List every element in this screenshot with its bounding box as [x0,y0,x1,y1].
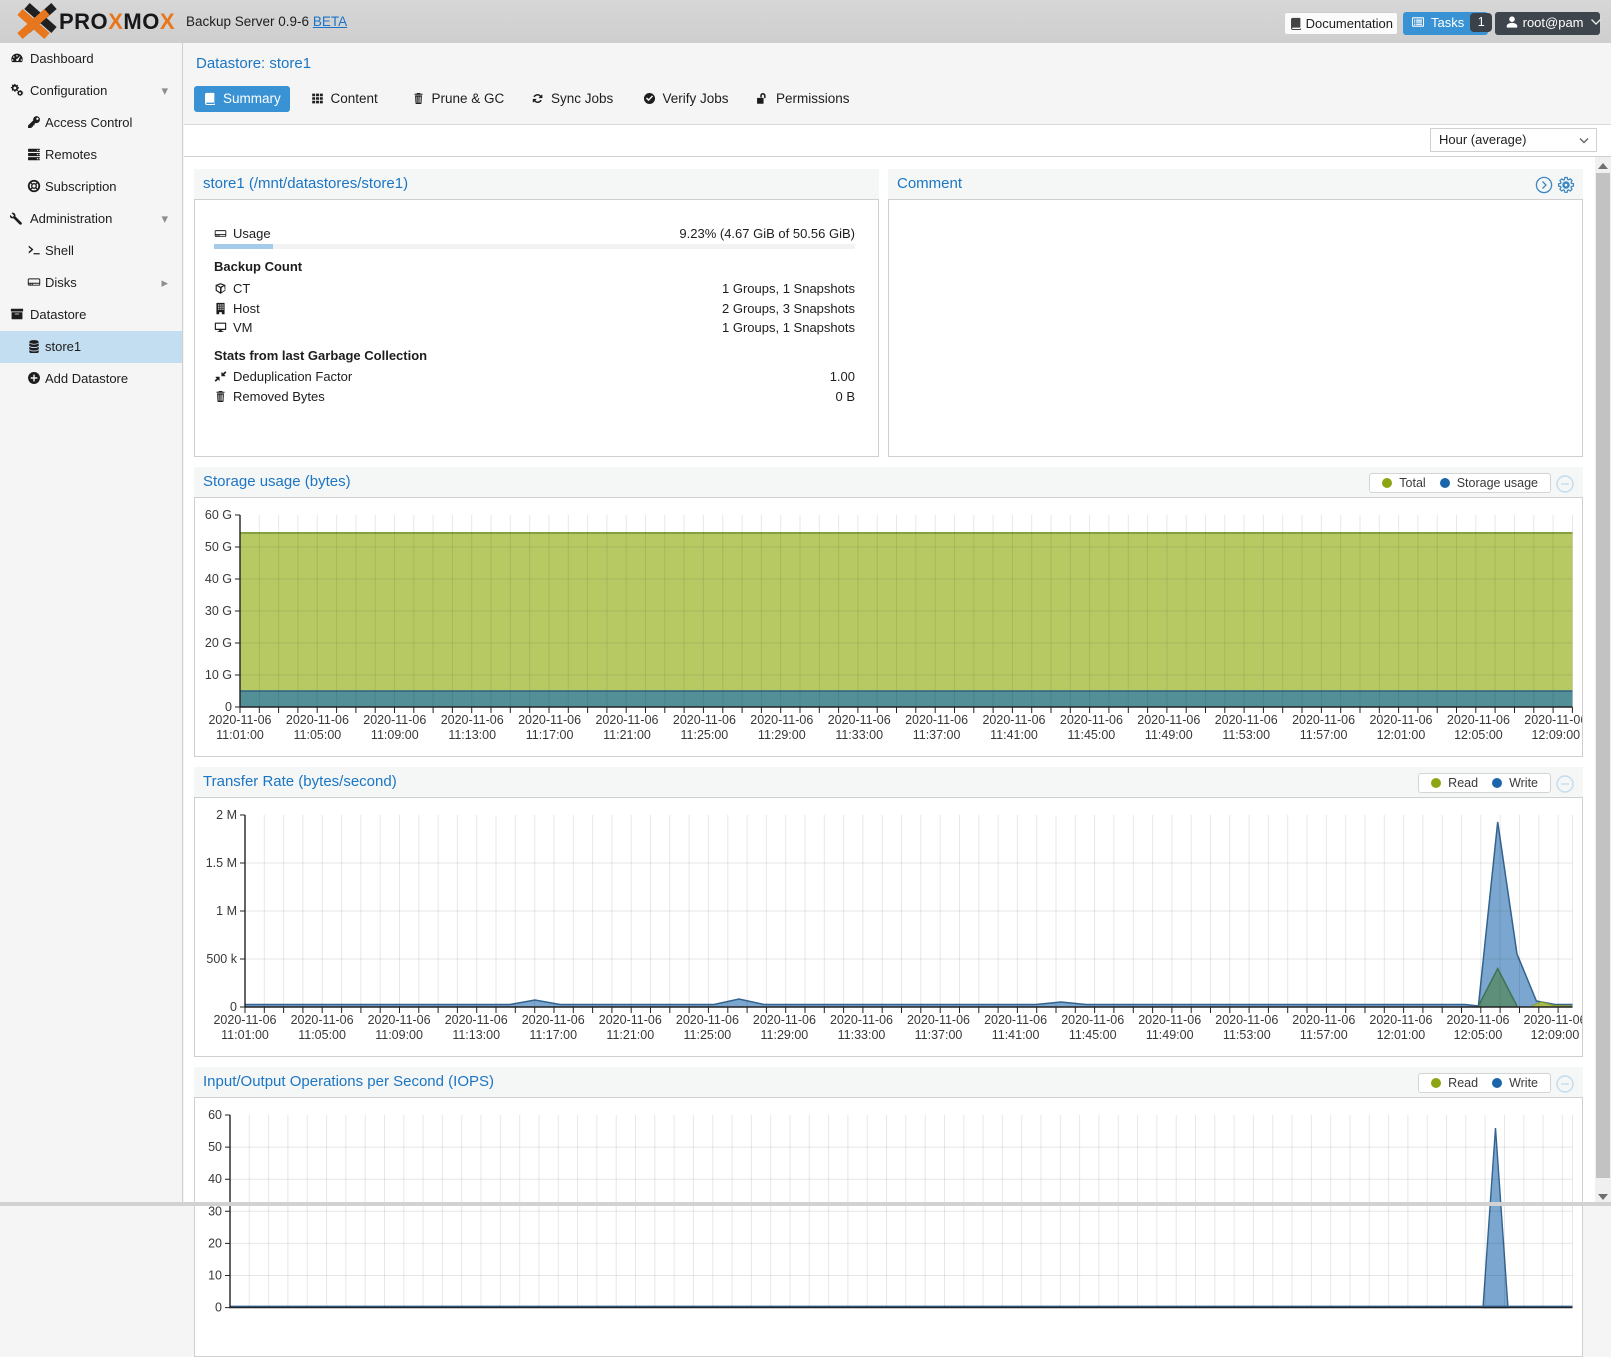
svg-text:11:49:00: 11:49:00 [1145,728,1193,742]
svg-text:2020-11-06: 2020-11-06 [286,713,349,727]
svg-text:12:09:00: 12:09:00 [1531,1028,1580,1042]
svg-text:2020-11-06: 2020-11-06 [1061,1013,1124,1027]
svg-text:1 M: 1 M [216,904,237,918]
svg-text:11:53:00: 11:53:00 [1222,728,1270,742]
svg-text:2020-11-06: 2020-11-06 [208,713,271,727]
svg-text:1.5 M: 1.5 M [206,856,237,870]
svg-text:11:41:00: 11:41:00 [992,1028,1040,1042]
svg-text:0: 0 [225,700,232,714]
svg-text:11:25:00: 11:25:00 [681,728,729,742]
svg-text:2020-11-06: 2020-11-06 [595,713,658,727]
svg-text:2020-11-06: 2020-11-06 [445,1013,508,1027]
svg-text:11:25:00: 11:25:00 [684,1028,732,1042]
svg-text:2020-11-06: 2020-11-06 [368,1013,431,1027]
svg-text:2020-11-06: 2020-11-06 [1138,1013,1201,1027]
svg-text:2020-11-06: 2020-11-06 [1060,713,1123,727]
svg-text:20 G: 20 G [205,636,232,650]
svg-text:11:49:00: 11:49:00 [1146,1028,1194,1042]
svg-text:11:01:00: 11:01:00 [216,728,264,742]
svg-text:0: 0 [215,1301,222,1315]
svg-text:2020-11-06: 2020-11-06 [518,713,581,727]
svg-text:2020-11-06: 2020-11-06 [984,1013,1047,1027]
svg-text:12:05:00: 12:05:00 [1454,728,1503,742]
svg-text:50 G: 50 G [205,540,232,554]
svg-text:40: 40 [208,1172,222,1186]
svg-text:11:09:00: 11:09:00 [371,728,419,742]
svg-text:2020-11-06: 2020-11-06 [830,1013,893,1027]
svg-text:11:13:00: 11:13:00 [448,728,496,742]
svg-text:11:29:00: 11:29:00 [761,1028,809,1042]
svg-text:2020-11-06: 2020-11-06 [1369,1013,1432,1027]
svg-text:11:37:00: 11:37:00 [913,728,961,742]
svg-text:2020-11-06: 2020-11-06 [905,713,968,727]
svg-text:2020-11-06: 2020-11-06 [441,713,504,727]
svg-text:2020-11-06: 2020-11-06 [291,1013,354,1027]
svg-text:11:45:00: 11:45:00 [1069,1028,1117,1042]
svg-text:20: 20 [208,1236,222,1250]
svg-text:12:05:00: 12:05:00 [1454,1028,1503,1042]
svg-text:11:17:00: 11:17:00 [529,1028,577,1042]
svg-text:11:21:00: 11:21:00 [603,728,651,742]
svg-text:11:41:00: 11:41:00 [990,728,1038,742]
svg-text:2020-11-06: 2020-11-06 [1447,713,1510,727]
svg-text:2020-11-06: 2020-11-06 [907,1013,970,1027]
svg-text:500 k: 500 k [206,952,237,966]
svg-text:2020-11-06: 2020-11-06 [982,713,1045,727]
svg-text:2020-11-06: 2020-11-06 [522,1013,585,1027]
svg-text:11:33:00: 11:33:00 [838,1028,886,1042]
svg-text:10: 10 [208,1269,222,1283]
svg-text:11:17:00: 11:17:00 [526,728,574,742]
svg-text:2 M: 2 M [216,808,237,822]
svg-text:2020-11-06: 2020-11-06 [1292,713,1355,727]
svg-text:2020-11-06: 2020-11-06 [753,1013,816,1027]
svg-text:11:13:00: 11:13:00 [452,1028,500,1042]
svg-text:11:37:00: 11:37:00 [915,1028,963,1042]
svg-text:2020-11-06: 2020-11-06 [1523,1013,1582,1027]
svg-text:11:33:00: 11:33:00 [835,728,883,742]
svg-text:0: 0 [230,1000,237,1014]
svg-text:2020-11-06: 2020-11-06 [1137,713,1200,727]
svg-text:60: 60 [208,1108,222,1122]
svg-text:11:57:00: 11:57:00 [1300,1028,1348,1042]
svg-text:2020-11-06: 2020-11-06 [599,1013,662,1027]
svg-text:11:09:00: 11:09:00 [375,1028,423,1042]
svg-text:2020-11-06: 2020-11-06 [1369,713,1432,727]
svg-text:2020-11-06: 2020-11-06 [1215,1013,1278,1027]
svg-text:2020-11-06: 2020-11-06 [1215,713,1278,727]
svg-text:12:09:00: 12:09:00 [1531,728,1580,742]
svg-text:50: 50 [208,1140,222,1154]
svg-text:2020-11-06: 2020-11-06 [1524,713,1582,727]
svg-text:12:01:00: 12:01:00 [1377,728,1426,742]
svg-text:2020-11-06: 2020-11-06 [1446,1013,1509,1027]
svg-text:11:45:00: 11:45:00 [1068,728,1116,742]
svg-text:11:53:00: 11:53:00 [1223,1028,1271,1042]
svg-text:10 G: 10 G [205,668,232,682]
svg-text:11:05:00: 11:05:00 [294,728,342,742]
svg-text:2020-11-06: 2020-11-06 [213,1013,276,1027]
svg-text:11:01:00: 11:01:00 [221,1028,269,1042]
svg-text:11:21:00: 11:21:00 [606,1028,654,1042]
svg-text:11:29:00: 11:29:00 [758,728,806,742]
svg-text:30 G: 30 G [205,604,232,618]
svg-text:2020-11-06: 2020-11-06 [673,713,736,727]
svg-text:2020-11-06: 2020-11-06 [750,713,813,727]
svg-text:12:01:00: 12:01:00 [1377,1028,1426,1042]
svg-text:2020-11-06: 2020-11-06 [1292,1013,1355,1027]
svg-text:2020-11-06: 2020-11-06 [363,713,426,727]
svg-text:11:57:00: 11:57:00 [1300,728,1348,742]
svg-text:2020-11-06: 2020-11-06 [676,1013,739,1027]
svg-text:60 G: 60 G [205,508,232,522]
svg-text:40 G: 40 G [205,572,232,586]
svg-text:11:05:00: 11:05:00 [298,1028,346,1042]
svg-text:2020-11-06: 2020-11-06 [828,713,891,727]
svg-text:30: 30 [208,1204,222,1218]
